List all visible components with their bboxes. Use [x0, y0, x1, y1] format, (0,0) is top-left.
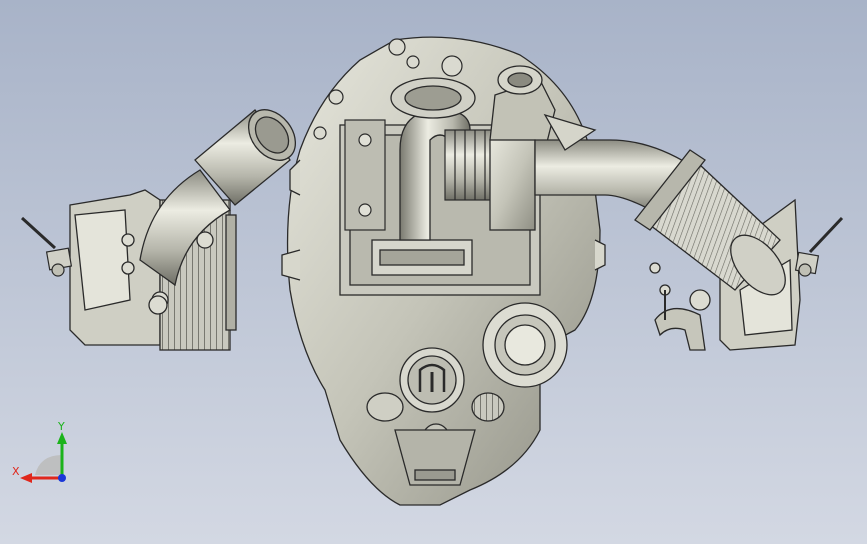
cad-viewport[interactable]: Y X — [0, 0, 867, 544]
x-axis-arrowhead — [20, 473, 32, 483]
y-axis-label: Y — [57, 420, 65, 433]
engine-assembly-model[interactable] — [0, 0, 867, 544]
triad-plane-shade — [35, 455, 62, 475]
right-spark-plug[interactable] — [794, 216, 844, 277]
right-mount-bracket[interactable] — [649, 262, 711, 351]
coordinate-triad: Y X — [12, 420, 67, 483]
z-axis-indicator — [58, 474, 66, 482]
x-axis-label: X — [12, 465, 20, 478]
y-axis-arrowhead — [57, 432, 67, 444]
gear-cover[interactable] — [482, 302, 568, 388]
left-spark-plug[interactable] — [20, 216, 73, 277]
